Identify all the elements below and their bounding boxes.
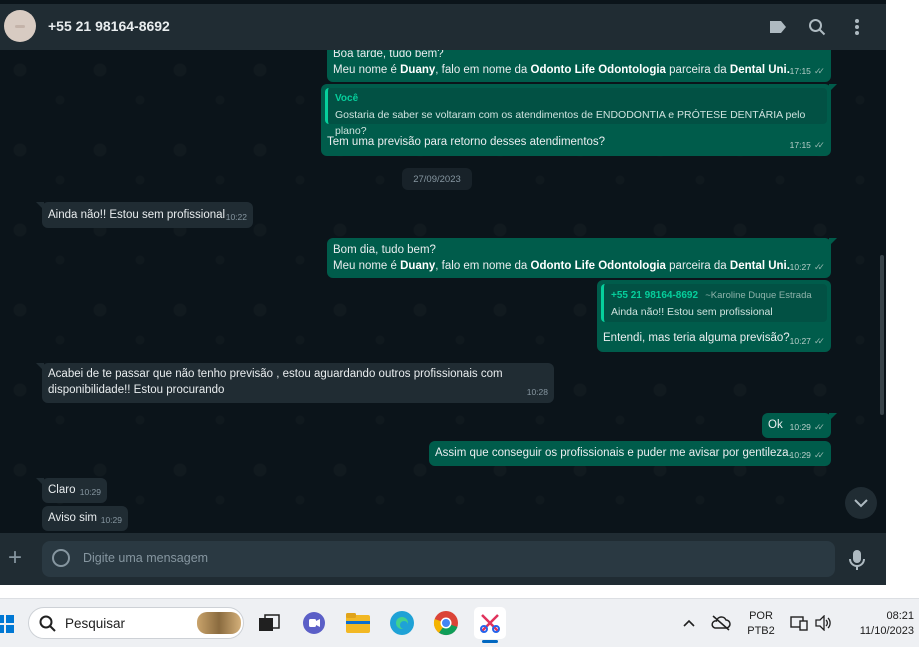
file-explorer-icon[interactable]: [342, 607, 374, 639]
message-meta: 10:22: [225, 212, 247, 222]
message-meta: 10:27 ✓✓: [790, 333, 825, 349]
message-meta: 10:29: [100, 515, 122, 525]
read-ticks-icon: ✓✓: [813, 262, 825, 272]
message-input[interactable]: Digite uma mensagem: [42, 541, 835, 577]
message-outgoing[interactable]: Boa tarde, tudo bem? Meu nome é Duany, f…: [327, 50, 831, 82]
whatsapp-window: +55 21 98164-8692 Boa tarde, tudo bem? M…: [0, 0, 886, 585]
teams-chat-icon[interactable]: [298, 607, 330, 639]
scroll-down-button[interactable]: [845, 487, 877, 519]
quoted-message[interactable]: Você Gostaria de saber se voltaram com o…: [325, 88, 827, 137]
chevron-up-icon[interactable]: [675, 607, 703, 639]
message-meta: 10:29 ✓✓: [790, 447, 825, 463]
message-line: Meu nome é Duany, falo em nome da Odonto…: [333, 260, 790, 272]
message-incoming[interactable]: Ainda não!! Estou sem profissional 10:22: [36, 202, 253, 228]
message-text: Claro: [48, 484, 76, 496]
windows-start-icon[interactable]: [0, 615, 14, 633]
quoted-message[interactable]: +55 21 98164-8692 ~Karoline Duque Estrad…: [601, 284, 827, 322]
message-line: disponibilidade!! Estou procurando: [48, 384, 225, 396]
quote-text: Ainda não!! Estou sem profissional: [611, 306, 773, 318]
message-line: Meu nome é Duany, falo em nome da Odonto…: [333, 64, 790, 76]
search-highlight-image: [197, 612, 241, 634]
message-meta: 10:28: [526, 387, 548, 397]
message-placeholder: Digite uma mensagem: [83, 551, 209, 565]
snipping-tool-icon[interactable]: [474, 607, 506, 643]
emoji-icon[interactable]: [52, 549, 70, 567]
chat-header: +55 21 98164-8692: [0, 4, 886, 50]
volume-icon[interactable]: [812, 607, 834, 639]
avatar[interactable]: [4, 10, 36, 42]
message-meta: 10:27 ✓✓: [790, 259, 825, 275]
message-text: Entendi, mas teria alguma previsão?: [603, 332, 790, 344]
chat-area[interactable]: Boa tarde, tudo bem? Meu nome é Duany, f…: [0, 50, 886, 533]
language-indicator[interactable]: POR PTB2: [744, 609, 778, 639]
search-icon[interactable]: [805, 15, 829, 39]
message-line: Bom dia, tudo bem?: [333, 244, 436, 256]
composer-bar: + Digite uma mensagem: [0, 533, 886, 585]
message-incoming[interactable]: Claro 10:29: [36, 478, 107, 503]
quote-alias: ~Karoline Duque Estrada: [705, 290, 812, 301]
taskbar-search[interactable]: Pesquisar: [28, 607, 244, 639]
search-icon: [39, 615, 56, 632]
message-line: Boa tarde, tudo bem?: [333, 50, 444, 60]
active-app-indicator: [482, 640, 498, 643]
message-meta: 17:15 ✓✓: [790, 137, 825, 153]
message-meta: 10:29 ✓✓: [790, 419, 825, 435]
chevron-down-icon: [854, 498, 868, 507]
microphone-icon[interactable]: [848, 549, 866, 571]
attach-plus-icon[interactable]: +: [8, 546, 22, 570]
message-line: Acabei de te passar que não tenho previs…: [48, 368, 503, 380]
clock[interactable]: 08:21 11/10/2023: [844, 609, 914, 639]
message-text: Aviso sim: [48, 512, 97, 524]
message-outgoing[interactable]: Assim que conseguir os profissionais e p…: [429, 441, 831, 466]
taskbar: Pesquisar POR PTB2 08:21 11/10/2023: [0, 598, 919, 647]
read-ticks-icon: ✓✓: [813, 336, 825, 346]
read-ticks-icon: ✓✓: [813, 66, 825, 76]
read-ticks-icon: ✓✓: [813, 422, 825, 432]
message-outgoing[interactable]: Bom dia, tudo bem? Meu nome é Duany, fal…: [327, 238, 837, 278]
message-text: Tem uma previsão para retorno desses ate…: [327, 136, 606, 148]
message-text: Ainda não!! Estou sem profissional: [48, 209, 226, 221]
search-label: Pesquisar: [65, 616, 126, 631]
desktop-gap: [886, 0, 919, 585]
message-text: Ok: [768, 419, 783, 431]
edge-browser-icon[interactable]: [386, 607, 418, 639]
read-ticks-icon: ✓✓: [813, 140, 825, 150]
quote-author: +55 21 98164-8692: [611, 290, 699, 301]
message-meta: 17:15 ✓✓: [790, 63, 825, 79]
onedrive-offline-icon[interactable]: [706, 607, 736, 639]
task-view-icon[interactable]: [253, 607, 285, 639]
network-icon[interactable]: [787, 607, 811, 639]
quote-author: Você: [335, 93, 359, 104]
contact-name[interactable]: +55 21 98164-8692: [48, 18, 170, 34]
chat-scrollbar[interactable]: [880, 255, 884, 415]
message-text: Assim que conseguir os profissionais e p…: [435, 447, 792, 459]
date-chip: 27/09/2023: [402, 168, 472, 190]
read-ticks-icon: ✓✓: [813, 450, 825, 460]
message-meta: 10:29: [79, 487, 101, 497]
message-incoming[interactable]: Aviso sim 10:29: [42, 506, 128, 531]
message-outgoing[interactable]: Ok 10:29 ✓✓: [762, 413, 837, 438]
chrome-browser-icon[interactable]: [430, 607, 462, 639]
message-incoming[interactable]: Acabei de te passar que não tenho previs…: [36, 363, 554, 403]
message-outgoing[interactable]: +55 21 98164-8692 ~Karoline Duque Estrad…: [597, 280, 831, 352]
menu-icon[interactable]: [845, 15, 869, 39]
message-outgoing[interactable]: Você Gostaria de saber se voltaram com o…: [321, 84, 837, 156]
label-icon[interactable]: [766, 15, 790, 39]
